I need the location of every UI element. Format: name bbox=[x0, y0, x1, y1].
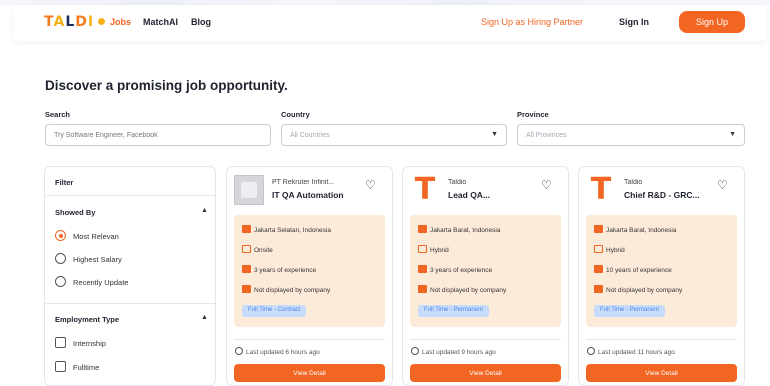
divider bbox=[45, 195, 215, 196]
chevron-up-icon[interactable]: ▲ bbox=[201, 207, 208, 214]
heart-icon[interactable]: ♡ bbox=[365, 178, 376, 192]
salary-row: Not displayed by company bbox=[594, 285, 682, 294]
job-card[interactable]: PT Rekruter Infinit... IT QA Automation … bbox=[226, 166, 393, 386]
employment-tag: Full Time - Permanent bbox=[418, 305, 490, 317]
job-title[interactable]: IT QA Automation bbox=[272, 190, 344, 200]
view-detail-button[interactable]: View Detail bbox=[410, 364, 561, 382]
salary-row: Not displayed by company bbox=[242, 285, 330, 294]
clock-icon bbox=[587, 347, 595, 355]
view-detail-button[interactable]: View Detail bbox=[586, 364, 737, 382]
option-recently-update-label: Recently Update bbox=[73, 278, 129, 287]
radio-most-relevan[interactable] bbox=[55, 230, 66, 241]
showed-by-title: Showed By bbox=[55, 208, 96, 217]
divider bbox=[410, 339, 561, 340]
laptop-icon bbox=[242, 245, 251, 253]
job-info-box: Jakarta Selatan, Indonesia Onsite 3 year… bbox=[234, 215, 385, 327]
province-select[interactable]: All Provinces ▼ bbox=[517, 124, 745, 146]
heart-icon[interactable]: ♡ bbox=[541, 178, 552, 192]
chevron-up-icon[interactable]: ▲ bbox=[201, 314, 208, 321]
nav-blog-link[interactable]: Blog bbox=[191, 17, 211, 27]
province-label: Province bbox=[517, 110, 549, 119]
building-icon bbox=[242, 225, 251, 233]
job-info-box: Jakarta Barat, Indonesia Hybrid 3 years … bbox=[410, 215, 561, 327]
building-icon bbox=[594, 225, 603, 233]
option-most-relevan-label: Most Relevan bbox=[73, 232, 119, 241]
location-row: Jakarta Barat, Indonesia bbox=[418, 225, 500, 234]
divider bbox=[586, 339, 737, 340]
laptop-icon bbox=[418, 245, 427, 253]
country-label: Country bbox=[281, 110, 310, 119]
employment-tag: Full Time - Permanent bbox=[594, 305, 666, 317]
last-updated: Last updated 6 hours ago bbox=[235, 347, 320, 356]
job-title[interactable]: Chief R&D - GRC... bbox=[624, 190, 700, 200]
last-updated: Last updated 11 hours ago bbox=[587, 347, 675, 356]
experience-row: 3 years of experience bbox=[418, 265, 492, 274]
job-title[interactable]: Lead QA... bbox=[448, 190, 490, 200]
experience-row: 3 years of experience bbox=[242, 265, 316, 274]
company-name: Taldio bbox=[624, 179, 643, 186]
radio-recently-update[interactable] bbox=[55, 276, 66, 287]
heart-icon[interactable]: ♡ bbox=[717, 178, 728, 192]
laptop-icon bbox=[594, 245, 603, 253]
work-type-row: Onsite bbox=[242, 245, 273, 254]
divider bbox=[45, 303, 215, 304]
checkbox-internship[interactable] bbox=[55, 337, 66, 348]
country-select-value: All Countries bbox=[290, 132, 330, 139]
nav-jobs-link[interactable]: Jobs bbox=[110, 17, 131, 27]
chevron-down-icon: ▼ bbox=[491, 131, 498, 138]
divider bbox=[234, 339, 385, 340]
location-row: Jakarta Barat, Indonesia bbox=[594, 225, 676, 234]
option-highest-salary-label: Highest Salary bbox=[73, 255, 122, 264]
experience-row: 10 years of experience bbox=[594, 265, 672, 274]
money-icon bbox=[242, 285, 251, 293]
nav-matchai-link[interactable]: MatchAI bbox=[143, 17, 178, 27]
location-row: Jakarta Selatan, Indonesia bbox=[242, 225, 331, 234]
taldio-logo[interactable]: TALDI bbox=[44, 14, 106, 30]
checkbox-fulltime[interactable] bbox=[55, 361, 66, 372]
job-card[interactable]: T Taldio Chief R&D - GRC... ♡ Jakarta Ba… bbox=[578, 166, 745, 386]
option-internship-label: Internship bbox=[73, 339, 106, 348]
hiring-partner-link[interactable]: Sign Up as Hiring Partner bbox=[481, 17, 583, 27]
employment-tag: Full Time - Contract bbox=[242, 305, 307, 317]
radio-highest-salary[interactable] bbox=[55, 253, 66, 264]
work-type-row: Hybrid bbox=[418, 245, 449, 254]
company-name: Taldio bbox=[448, 179, 467, 186]
clock-icon bbox=[411, 347, 419, 355]
employment-type-title: Employment Type bbox=[55, 315, 120, 324]
clock-icon bbox=[235, 347, 243, 355]
briefcase-icon bbox=[594, 265, 603, 273]
company-logo-taldio-icon: T bbox=[590, 172, 612, 207]
sign-up-button[interactable]: Sign Up bbox=[679, 11, 745, 33]
job-info-box: Jakarta Barat, Indonesia Hybrid 10 years… bbox=[586, 215, 737, 327]
company-logo-taldio-icon: T bbox=[414, 172, 436, 207]
filter-title: Filter bbox=[55, 178, 74, 187]
view-detail-button[interactable]: View Detail bbox=[234, 364, 385, 382]
sign-in-link[interactable]: Sign In bbox=[619, 17, 649, 27]
briefcase-icon bbox=[418, 265, 427, 273]
last-updated: Last updated 9 hours ago bbox=[411, 347, 496, 356]
option-fulltime-label: Fulltime bbox=[73, 363, 100, 372]
work-type-row: Hybrid bbox=[594, 245, 625, 254]
company-name: PT Rekruter Infinit... bbox=[272, 179, 335, 186]
building-icon bbox=[418, 225, 427, 233]
search-label: Search bbox=[45, 110, 71, 119]
money-icon bbox=[418, 285, 427, 293]
navbar: TALDI Jobs MatchAI Blog Sign Up as Hirin… bbox=[14, 5, 766, 41]
salary-row: Not displayed by company bbox=[418, 285, 506, 294]
country-select[interactable]: All Countries ▼ bbox=[281, 124, 507, 146]
chevron-down-icon: ▼ bbox=[729, 131, 736, 138]
filter-panel: Filter Showed By ▲ Most Relevan Highest … bbox=[44, 166, 216, 386]
briefcase-icon bbox=[242, 265, 251, 273]
page-title: Discover a promising job opportunity. bbox=[45, 78, 288, 93]
search-input[interactable] bbox=[45, 124, 271, 146]
logo-dot-icon bbox=[98, 18, 106, 25]
money-icon bbox=[594, 285, 603, 293]
company-logo-placeholder-icon bbox=[234, 175, 264, 205]
job-card[interactable]: T Taldio Lead QA... ♡ Jakarta Barat, Ind… bbox=[402, 166, 569, 386]
province-select-value: All Provinces bbox=[526, 132, 567, 139]
